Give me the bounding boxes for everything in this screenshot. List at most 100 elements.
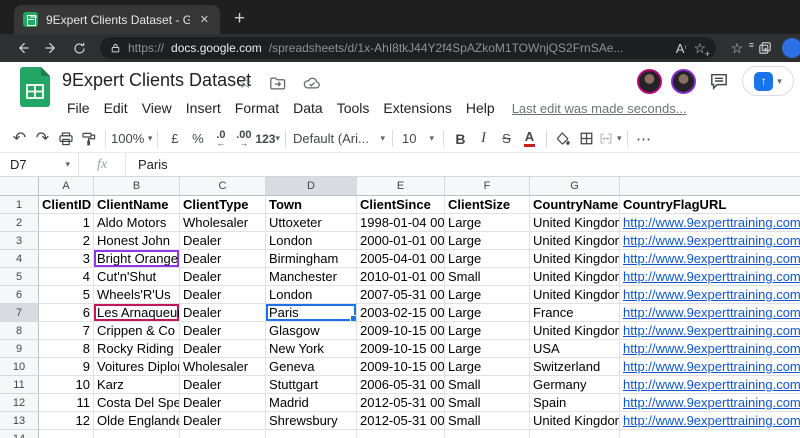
cell-B10[interactable]: Voitures Diplomat xyxy=(94,358,180,376)
sheets-logo-icon[interactable] xyxy=(20,67,50,107)
column-header-A[interactable]: A xyxy=(39,177,94,196)
cell-H11[interactable]: http://www.9experttraining.com/res xyxy=(620,376,800,394)
row-header-14[interactable]: 14 xyxy=(0,430,39,438)
cloud-status-icon[interactable] xyxy=(303,76,321,90)
document-title[interactable]: 9Expert Clients Dataset xyxy=(62,70,251,91)
cell-H6[interactable]: http://www.9experttraining.com/res xyxy=(620,286,800,304)
cell-A14[interactable] xyxy=(39,430,94,438)
zoom-control[interactable]: 100% ▾ xyxy=(111,128,152,150)
collections-icon[interactable] xyxy=(754,37,776,59)
row-header-2[interactable]: 2 xyxy=(0,214,39,232)
cell-G5[interactable]: United Kingdom xyxy=(530,268,620,286)
menu-data[interactable]: Data xyxy=(286,98,330,118)
cell-H3[interactable]: http://www.9experttraining.com/res xyxy=(620,232,800,250)
cell-B2[interactable]: Aldo Motors xyxy=(94,214,180,232)
cell-D7[interactable]: Paris xyxy=(266,304,357,322)
cell-G14[interactable] xyxy=(530,430,620,438)
row-header-6[interactable]: 6 xyxy=(0,286,39,304)
cell-A3[interactable]: 2 xyxy=(39,232,94,250)
cell-F8[interactable]: Large xyxy=(445,322,530,340)
cell-G9[interactable]: USA xyxy=(530,340,620,358)
cell-E7[interactable]: 2003-02-15 00:0 xyxy=(357,304,445,322)
column-header-D[interactable]: D xyxy=(266,177,357,196)
cell-D2[interactable]: Uttoxeter xyxy=(266,214,357,232)
forward-icon[interactable] xyxy=(40,37,62,59)
cell-F2[interactable]: Large xyxy=(445,214,530,232)
cell-G1[interactable]: CountryName xyxy=(530,196,620,214)
cell-E4[interactable]: 2005-04-01 00:0 xyxy=(357,250,445,268)
cell-E1[interactable]: ClientSince xyxy=(357,196,445,214)
cell-A10[interactable]: 9 xyxy=(39,358,94,376)
cell-D11[interactable]: Stuttgart xyxy=(266,376,357,394)
cell-B13[interactable]: Olde Englande xyxy=(94,412,180,430)
cell-F3[interactable]: Large xyxy=(445,232,530,250)
cell-D5[interactable]: Manchester xyxy=(266,268,357,286)
comments-icon[interactable] xyxy=(709,72,729,90)
cell-B8[interactable]: Crippen & Co xyxy=(94,322,180,340)
cell-B1[interactable]: ClientName xyxy=(94,196,180,214)
cell-F4[interactable]: Large xyxy=(445,250,530,268)
cell-A9[interactable]: 8 xyxy=(39,340,94,358)
cell-A6[interactable]: 5 xyxy=(39,286,94,304)
cell-B6[interactable]: Wheels'R'Us xyxy=(94,286,180,304)
cell-E8[interactable]: 2009-10-15 00:0 xyxy=(357,322,445,340)
cell-E14[interactable] xyxy=(357,430,445,438)
fill-color-button[interactable] xyxy=(552,128,575,150)
cell-F13[interactable]: Small xyxy=(445,412,530,430)
cell-D14[interactable] xyxy=(266,430,357,438)
cell-G8[interactable]: United Kingdom xyxy=(530,322,620,340)
cell-C2[interactable]: Wholesaler xyxy=(180,214,266,232)
cell-E6[interactable]: 2007-05-31 00:0 xyxy=(357,286,445,304)
cell-F1[interactable]: ClientSize xyxy=(445,196,530,214)
italic-button[interactable]: I xyxy=(472,128,495,150)
cell-D1[interactable]: Town xyxy=(266,196,357,214)
cell-B14[interactable] xyxy=(94,430,180,438)
column-header-G[interactable]: G xyxy=(530,177,620,196)
row-header-10[interactable]: 10 xyxy=(0,358,39,376)
menu-format[interactable]: Format xyxy=(228,98,286,118)
cell-G12[interactable]: Spain xyxy=(530,394,620,412)
format-percent-button[interactable]: % xyxy=(186,128,209,150)
cell-H9[interactable]: http://www.9experttraining.com/res xyxy=(620,340,800,358)
cell-C10[interactable]: Wholesaler xyxy=(180,358,266,376)
cell-G4[interactable]: United Kingdom xyxy=(530,250,620,268)
cell-A11[interactable]: 10 xyxy=(39,376,94,394)
row-header-4[interactable]: 4 xyxy=(0,250,39,268)
address-bar[interactable]: https://docs.google.com/spreadsheets/d/1… xyxy=(100,37,716,59)
cell-E3[interactable]: 2000-01-01 00:0 xyxy=(357,232,445,250)
close-tab-icon[interactable]: ✕ xyxy=(198,13,211,26)
read-aloud-icon[interactable]: A⁾ xyxy=(676,41,687,56)
column-header-E[interactable]: E xyxy=(357,177,445,196)
cell-E10[interactable]: 2009-10-15 00:0 xyxy=(357,358,445,376)
row-header-9[interactable]: 9 xyxy=(0,340,39,358)
cell-F6[interactable]: Large xyxy=(445,286,530,304)
cell-G2[interactable]: United Kingdom xyxy=(530,214,620,232)
name-box[interactable]: D7▾ xyxy=(0,157,78,172)
cell-H4[interactable]: http://www.9experttraining.com/res xyxy=(620,250,800,268)
refresh-icon[interactable] xyxy=(68,37,90,59)
cell-D10[interactable]: Geneva xyxy=(266,358,357,376)
cell-H5[interactable]: http://www.9experttraining.com/res xyxy=(620,268,800,286)
cell-G11[interactable]: Germany xyxy=(530,376,620,394)
cell-C13[interactable]: Dealer xyxy=(180,412,266,430)
cell-F5[interactable]: Small xyxy=(445,268,530,286)
cell-A5[interactable]: 4 xyxy=(39,268,94,286)
cell-F9[interactable]: Large xyxy=(445,340,530,358)
select-all-corner[interactable] xyxy=(0,177,39,196)
menu-extensions[interactable]: Extensions xyxy=(376,98,458,118)
cell-E5[interactable]: 2010-01-01 00:0 xyxy=(357,268,445,286)
cell-G3[interactable]: United Kingdom xyxy=(530,232,620,250)
cell-C8[interactable]: Dealer xyxy=(180,322,266,340)
cell-D3[interactable]: London xyxy=(266,232,357,250)
more-toolbar-button[interactable]: ⋯ xyxy=(633,128,656,150)
cell-H13[interactable]: http://www.9experttraining.com/res xyxy=(620,412,800,430)
cell-H2[interactable]: http://www.9experttraining.com/res xyxy=(620,214,800,232)
cell-D9[interactable]: New York xyxy=(266,340,357,358)
formula-input[interactable]: Paris xyxy=(126,157,168,172)
cell-C14[interactable] xyxy=(180,430,266,438)
cell-D12[interactable]: Madrid xyxy=(266,394,357,412)
cell-H14[interactable] xyxy=(620,430,800,438)
row-header-3[interactable]: 3 xyxy=(0,232,39,250)
cell-B3[interactable]: Honest John xyxy=(94,232,180,250)
move-folder-icon[interactable] xyxy=(269,76,286,91)
